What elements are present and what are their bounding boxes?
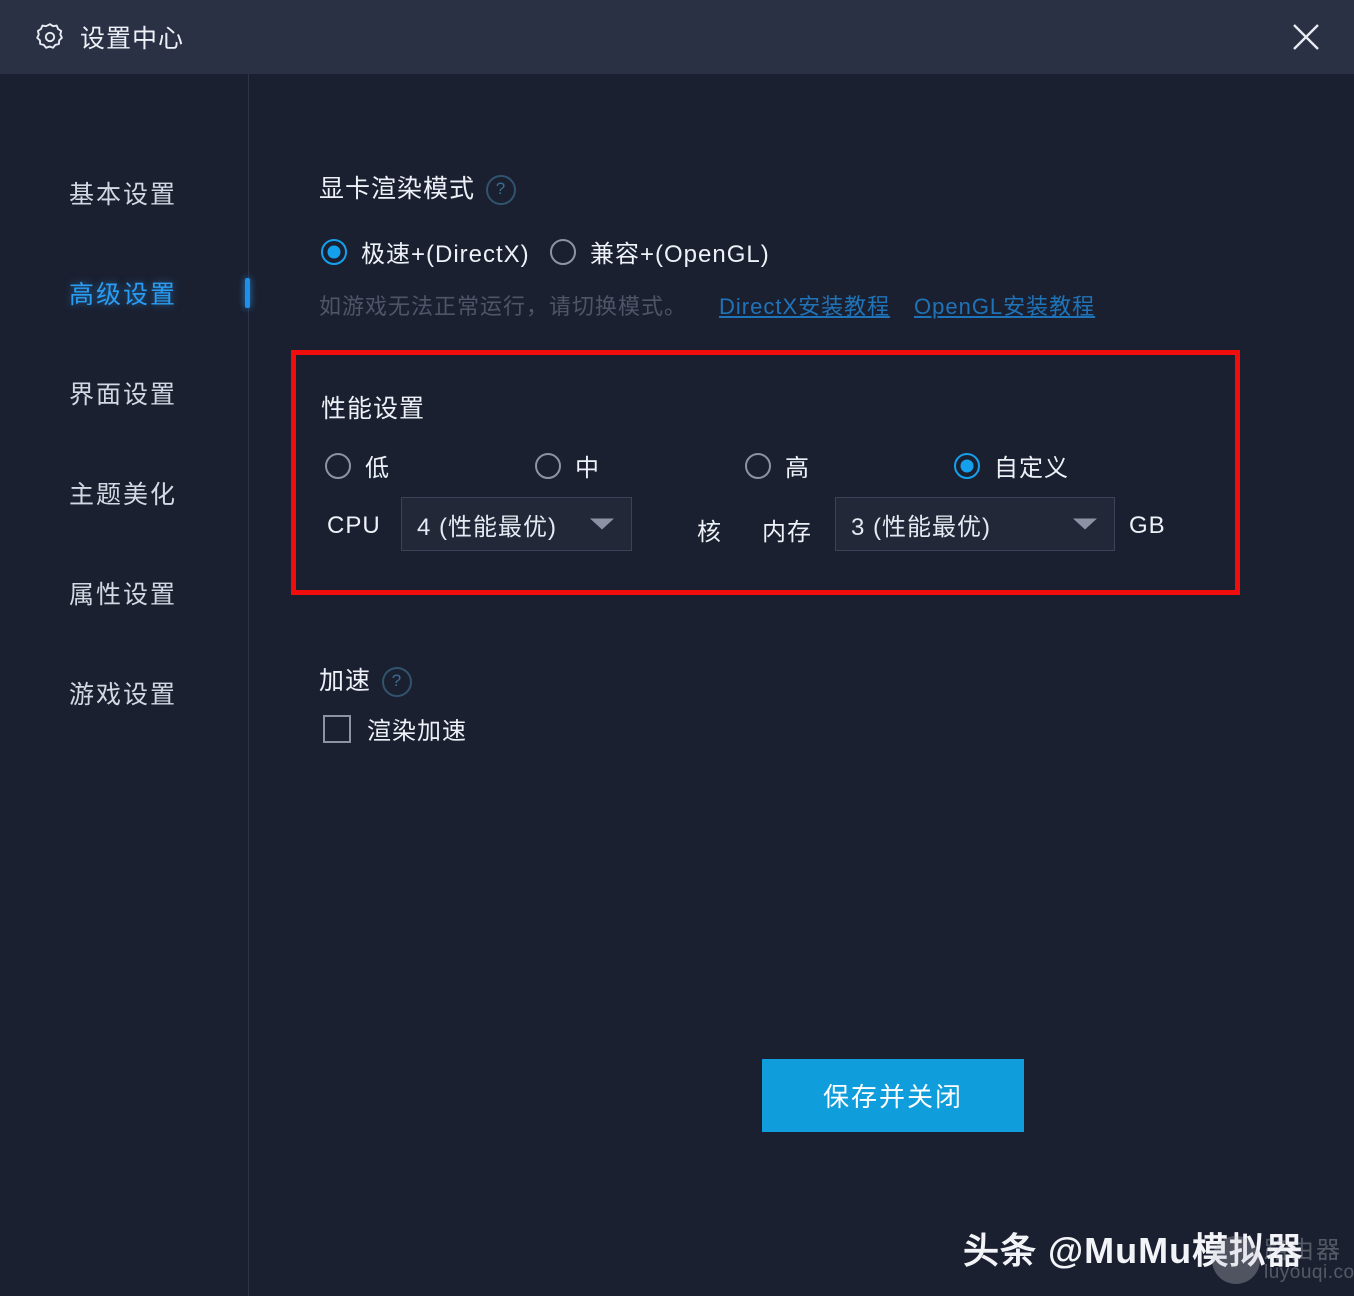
performance-title: 性能设置 xyxy=(321,395,426,423)
radio-dot xyxy=(745,452,771,479)
watermark-text: 头条 @MuMu模拟器 xyxy=(963,1230,1304,1271)
acceleration-title-text: 加速 xyxy=(319,667,372,695)
chevron-down-icon xyxy=(1073,518,1097,530)
memory-select-value: 3 (性能最优) xyxy=(851,513,991,541)
sidebar-item-label: 高级设置 xyxy=(69,281,178,309)
save-and-close-button[interactable]: 保存并关闭 xyxy=(762,1059,1024,1132)
sidebar-item-label: 基本设置 xyxy=(69,181,178,209)
render-acceleration-label: 渲染加速 xyxy=(367,718,467,745)
memory-label: 内存 xyxy=(762,519,812,546)
radio-label: 低 xyxy=(365,455,390,482)
close-icon xyxy=(1293,24,1319,50)
cpu-select[interactable]: 4 (性能最优) xyxy=(401,497,632,551)
help-icon[interactable]: ? xyxy=(486,175,517,206)
radio-label: 极速+(DirectX) xyxy=(361,241,530,268)
performance-radio-group: 低 中 高 自定义 xyxy=(249,448,1354,484)
radio-label: 兼容+(OpenGL) xyxy=(590,241,770,268)
cpu-unit-label: 核 xyxy=(697,519,722,546)
render-mode-title: 显卡渲染模式? xyxy=(319,169,517,206)
sidebar-item-label: 属性设置 xyxy=(69,581,178,609)
radio-medium[interactable]: 中 xyxy=(535,448,600,483)
memory-unit-label: GB xyxy=(1129,512,1166,539)
radio-low[interactable]: 低 xyxy=(325,448,390,483)
close-button[interactable] xyxy=(1280,11,1332,63)
radio-label: 自定义 xyxy=(994,455,1069,482)
radio-dot xyxy=(535,452,561,479)
radio-dot xyxy=(325,452,351,479)
sidebar-item-game[interactable]: 游戏设置 xyxy=(0,666,248,720)
radio-opengl[interactable]: 兼容+(OpenGL) xyxy=(550,234,770,269)
window-title: 设置中心 xyxy=(80,25,185,53)
sidebar: 基本设置 高级设置 界面设置 主题美化 属性设置 游戏设置 xyxy=(0,74,250,1296)
sidebar-item-interface[interactable]: 界面设置 xyxy=(0,366,248,420)
sidebar-item-label: 主题美化 xyxy=(69,481,178,509)
radio-custom[interactable]: 自定义 xyxy=(954,448,1069,483)
radio-label: 高 xyxy=(785,455,810,482)
chevron-down-icon xyxy=(590,518,614,530)
link-opengl-tutorial[interactable]: OpenGL安装教程 xyxy=(914,289,1095,321)
sidebar-item-advanced[interactable]: 高级设置 xyxy=(0,266,248,320)
render-mode-title-text: 显卡渲染模式 xyxy=(319,175,476,203)
gear-icon xyxy=(34,21,66,53)
sidebar-item-label: 界面设置 xyxy=(69,381,178,409)
sidebar-item-properties[interactable]: 属性设置 xyxy=(0,566,248,620)
cpu-label: CPU xyxy=(327,512,381,539)
sidebar-item-label: 游戏设置 xyxy=(69,681,178,709)
acceleration-title: 加速? xyxy=(319,661,413,698)
radio-label: 中 xyxy=(575,455,600,482)
render-acceleration-checkbox-row[interactable]: 渲染加速 xyxy=(323,711,467,746)
radio-directx[interactable]: 极速+(DirectX) xyxy=(321,234,530,269)
radio-dot xyxy=(550,238,576,265)
render-acceleration-checkbox[interactable] xyxy=(323,714,351,743)
radio-dot xyxy=(954,452,980,479)
sidebar-item-basic[interactable]: 基本设置 xyxy=(0,166,248,220)
content-area: 基本设置 高级设置 界面设置 主题美化 属性设置 游戏设置 显卡渲染模式? 极速… xyxy=(0,74,1354,1296)
link-directx-tutorial[interactable]: DirectX安装教程 xyxy=(719,289,890,321)
help-icon[interactable]: ? xyxy=(382,667,413,698)
radio-high[interactable]: 高 xyxy=(745,448,810,483)
memory-select[interactable]: 3 (性能最优) xyxy=(835,497,1115,551)
cpu-select-value: 4 (性能最优) xyxy=(417,513,557,541)
title-bar: 设置中心 xyxy=(0,0,1354,74)
render-mode-radio-group: 极速+(DirectX) 兼容+(OpenGL) xyxy=(249,234,1354,270)
sidebar-item-theme[interactable]: 主题美化 xyxy=(0,466,248,520)
radio-dot xyxy=(321,238,347,265)
render-mode-hint: 如游戏无法正常运行，请切换模式。 xyxy=(319,294,688,319)
